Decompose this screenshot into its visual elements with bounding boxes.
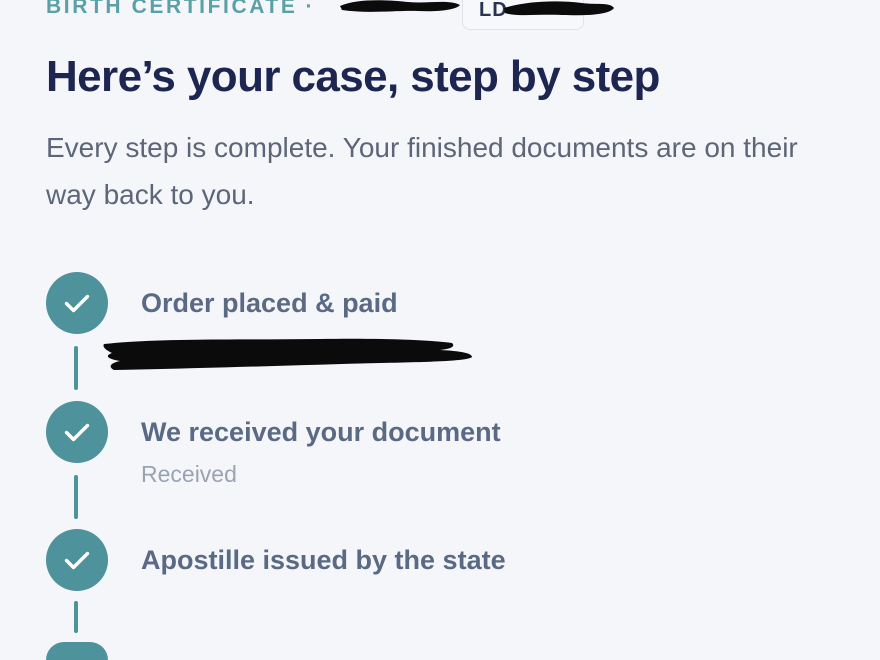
document-type-label: BIRTH CERTIFICATE	[46, 0, 298, 18]
check-icon	[64, 423, 90, 442]
step-connector	[74, 601, 78, 633]
check-icon	[64, 294, 90, 313]
page-title: Here’s your case, step by step	[46, 52, 660, 101]
page-subtitle: Every step is complete. Your finished do…	[46, 132, 798, 210]
step-indicator	[46, 642, 108, 660]
step-status: Received	[141, 461, 237, 487]
step-title: Order placed & paid	[141, 288, 398, 318]
redaction-mark	[103, 338, 473, 370]
header-row: BIRTH CERTIFICATE ·	[46, 0, 312, 22]
check-icon	[64, 551, 90, 570]
step-title: Apostille issued by the state	[141, 545, 506, 575]
step-complete-indicator	[46, 529, 108, 591]
step-connector	[74, 475, 78, 519]
redaction-mark	[340, 0, 460, 12]
header-separator: ·	[305, 0, 313, 18]
step-title: We received your document	[141, 417, 501, 447]
step-complete-indicator	[46, 401, 108, 463]
step-connector	[74, 346, 78, 390]
step-complete-indicator	[46, 272, 108, 334]
redaction-mark	[504, 1, 614, 16]
